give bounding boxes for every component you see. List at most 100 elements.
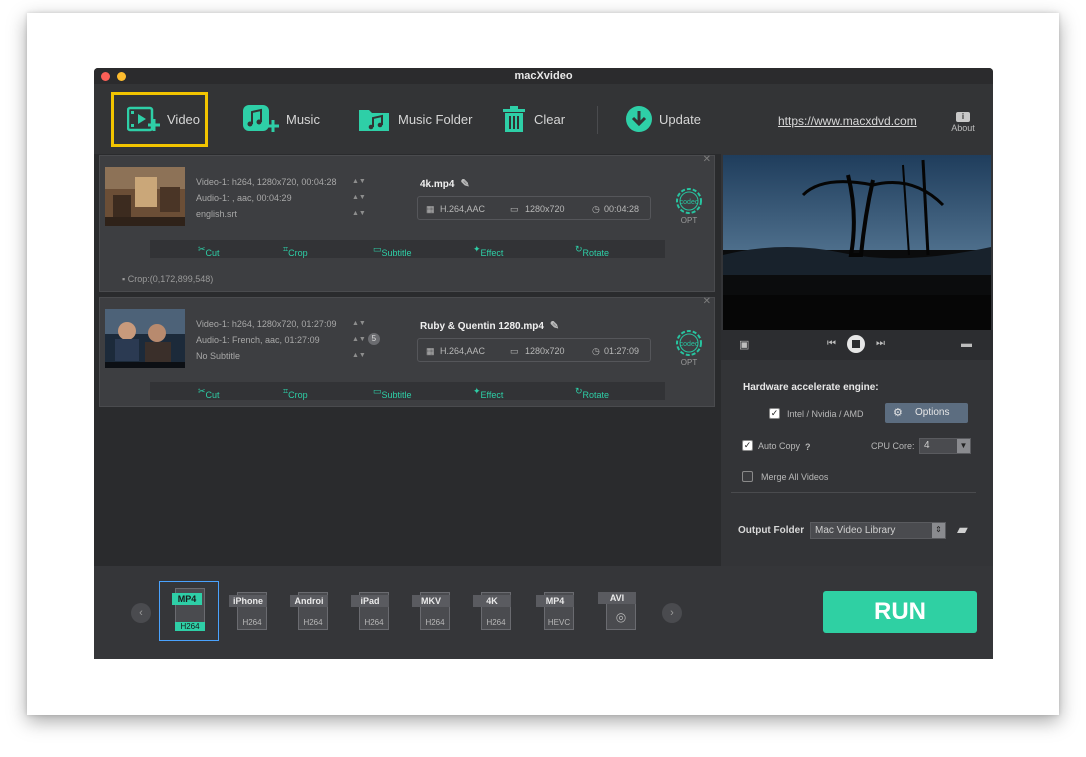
- next-formats-icon[interactable]: ›: [662, 603, 682, 623]
- format-tag: iPhone: [229, 595, 267, 607]
- subtitle-track-stepper[interactable]: ▲▼: [352, 348, 380, 364]
- edit-pencil-icon[interactable]: ✎: [460, 178, 469, 190]
- audio-track-stepper[interactable]: ▲▼ 5: [352, 332, 380, 348]
- output-folder-select[interactable]: Mac Video Library ⇕: [810, 522, 946, 539]
- subtitle-track-info: No Subtitle: [196, 351, 241, 361]
- video-track-stepper[interactable]: ▲▼: [352, 316, 380, 332]
- edit-pencil-icon[interactable]: ✎: [550, 320, 559, 332]
- output-filename[interactable]: Ruby & Quentin 1280.mp4 ✎: [420, 319, 559, 332]
- effect-button[interactable]: ✦ Effect: [473, 386, 503, 400]
- format-tag: iPad: [351, 595, 389, 607]
- next-frame-icon[interactable]: ⏭: [876, 338, 885, 349]
- reel-icon: ◎: [615, 610, 627, 624]
- help-icon[interactable]: ?: [805, 442, 811, 452]
- cut-button[interactable]: ✂ Cut: [198, 386, 220, 400]
- auto-copy-checkbox[interactable]: ✓: [742, 440, 753, 451]
- format-4k-h264[interactable]: 4K H264: [471, 588, 515, 634]
- crop-note: ▪ Crop:(0,172,899,548): [122, 274, 214, 284]
- add-music-folder-button[interactable]: Music Folder: [358, 84, 472, 154]
- track-selectors[interactable]: ▲▼ ▲▼ ▲▼: [352, 174, 366, 222]
- format-tag: MKV: [412, 595, 450, 607]
- format-ipad-h264[interactable]: iPad H264: [349, 588, 393, 634]
- music-folder-button-label: Music Folder: [398, 111, 473, 127]
- video-preview: [723, 155, 991, 330]
- format-iphone-h264[interactable]: iPhone H264: [227, 588, 271, 634]
- codec-opt-label: OPT: [680, 358, 698, 367]
- subtitle-track-stepper[interactable]: ▲▼: [352, 206, 366, 222]
- format-avi[interactable]: AVI ◎: [596, 588, 640, 634]
- website-link[interactable]: https://www.macxdvd.com: [778, 114, 917, 128]
- cut-button[interactable]: ✂ Cut: [198, 244, 220, 258]
- format-mp4-hevc[interactable]: MP4 HEVC: [534, 588, 578, 634]
- merge-videos-checkbox[interactable]: [742, 471, 753, 482]
- gear-icon: ⚙: [893, 407, 903, 419]
- run-button[interactable]: RUN: [823, 591, 977, 633]
- browse-folder-icon[interactable]: ▰: [957, 521, 968, 538]
- codec-icon-text: codec: [680, 341, 699, 348]
- output-filename[interactable]: 4k.mp4 ✎: [420, 177, 470, 190]
- clear-button[interactable]: Clear: [500, 84, 565, 154]
- codec-options-button[interactable]: codec OPT: [673, 186, 705, 225]
- subtitle-button[interactable]: ▭ Subtitle: [373, 386, 412, 400]
- source-info: Video-1: h264, 1280x720, 01:27:09 Audio-…: [196, 316, 336, 364]
- audio-track-info: Audio-1: , aac, 00:04:29: [196, 193, 292, 203]
- resolution-icon: ▭: [510, 346, 519, 356]
- previous-frame-icon[interactable]: ⏮: [827, 338, 836, 349]
- cpu-core-value: 4: [924, 440, 930, 451]
- format-sub: H264: [175, 622, 205, 631]
- options-button[interactable]: ⚙ Options: [885, 403, 968, 423]
- chevron-updown-icon: ⇕: [932, 523, 945, 538]
- cpu-core-label: CPU Core:: [871, 441, 915, 451]
- crop-button[interactable]: ⌗ Crop: [283, 244, 308, 258]
- output-info-box: ▦ H.264,AAC ▭ 1280x720 ◷ 00:04:28: [417, 196, 651, 220]
- update-button[interactable]: Update: [625, 84, 701, 154]
- video-button-label: Video: [167, 111, 201, 127]
- source-info: Video-1: h264, 1280x720, 00:04:28 Audio-…: [196, 174, 336, 222]
- codec-options-button[interactable]: codec OPT: [673, 328, 705, 367]
- rotate-button[interactable]: ↻ Rotate: [575, 244, 609, 258]
- format-tag: MP4: [536, 595, 574, 607]
- list-item[interactable]: ✕ Video-1: h264, 1280x720, 00:04:28 Audi…: [99, 154, 715, 292]
- format-mkv-h264[interactable]: MKV H264: [410, 588, 454, 634]
- playback-controls: ▣ ⏮ ⏭ ▬: [721, 330, 993, 360]
- rotate-button[interactable]: ↻ Rotate: [575, 386, 609, 400]
- output-folder-label: Output Folder: [738, 525, 805, 536]
- codec-gear-icon: codec: [676, 330, 702, 356]
- list-item[interactable]: ✕ Video-1: h264, 1280x720, 01:27:09 Audi…: [99, 296, 715, 407]
- open-folder-icon[interactable]: ▬: [961, 338, 972, 350]
- film-icon: ▦: [426, 346, 435, 356]
- duration-info: 01:27:09: [604, 346, 640, 356]
- subtitle-button[interactable]: ▭ Subtitle: [373, 244, 412, 258]
- resolution-icon: ▭: [510, 204, 519, 214]
- snapshot-camera-icon[interactable]: ▣: [739, 338, 749, 351]
- video-thumbnail: [105, 309, 185, 368]
- format-mp4-h264[interactable]: MP4 H264: [159, 581, 219, 641]
- update-button-label: Update: [659, 111, 701, 127]
- clock-icon: ◷: [592, 346, 600, 356]
- crop-button[interactable]: ⌗ Crop: [283, 386, 308, 400]
- effect-button[interactable]: ✦ Effect: [473, 244, 503, 258]
- add-video-button[interactable]: Video: [127, 84, 200, 154]
- format-android-h264[interactable]: Androi H264: [288, 588, 332, 634]
- video-track-stepper[interactable]: ▲▼: [352, 174, 366, 190]
- format-tag: Androi: [290, 595, 328, 607]
- prev-formats-icon[interactable]: ‹: [131, 603, 151, 623]
- track-selectors[interactable]: ▲▼ ▲▼ 5 ▲▼: [352, 316, 380, 364]
- subtitle-track-info: english.srt: [196, 209, 238, 219]
- video-thumbnail: [105, 167, 185, 226]
- audio-track-stepper[interactable]: ▲▼: [352, 190, 366, 206]
- codec-info: H.264,AAC: [440, 346, 486, 356]
- cpu-core-select[interactable]: 4 ▼: [919, 438, 971, 454]
- about-button[interactable]: i About: [948, 112, 978, 133]
- remove-item-icon[interactable]: ✕: [703, 296, 711, 307]
- add-music-button[interactable]: Music: [242, 84, 320, 154]
- stop-button[interactable]: [847, 335, 865, 353]
- resolution-info: 1280x720: [525, 346, 565, 356]
- remove-item-icon[interactable]: ✕: [703, 154, 711, 165]
- format-sub: H264: [364, 618, 384, 627]
- output-filename-label: 4k.mp4: [420, 179, 455, 190]
- hw-accel-checkbox[interactable]: ✓: [769, 408, 780, 419]
- codec-gear-icon: codec: [676, 188, 702, 214]
- format-tag: 4K: [473, 595, 511, 607]
- right-panel: ▣ ⏮ ⏭ ▬ Hardware accelerate engine: ✓ In…: [721, 154, 993, 566]
